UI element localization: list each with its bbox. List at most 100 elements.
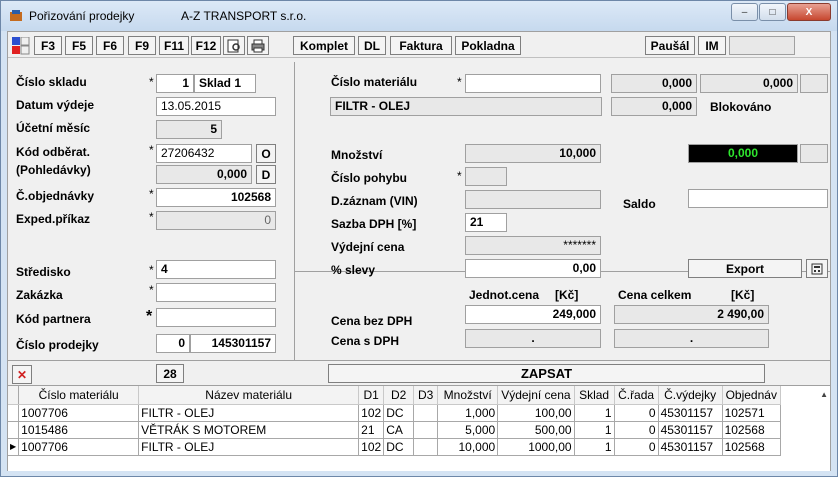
col-cislo-materialu[interactable]: Číslo materiálu	[18, 386, 140, 405]
col-nazev-materialu[interactable]: Název materiálu	[138, 386, 360, 405]
title-bar: Pořizování prodejky A-Z TRANSPORT s.r.o.…	[1, 1, 837, 31]
prodejka-label: Číslo prodejky	[16, 338, 99, 352]
partner-field[interactable]	[156, 308, 276, 327]
action-separator	[8, 360, 830, 361]
col-rada[interactable]: Č.řada	[614, 386, 659, 405]
im-button[interactable]: IM	[698, 36, 726, 55]
export-button[interactable]: Export	[688, 259, 802, 278]
col-sklad[interactable]: Sklad	[574, 386, 615, 405]
preview-icon[interactable]	[223, 36, 245, 55]
prodejka-num-field: 0	[156, 334, 190, 353]
current-row-pointer-icon[interactable]: ▶	[8, 438, 20, 456]
cell-cislo: 1007706	[18, 438, 140, 456]
app-icon	[10, 10, 22, 21]
col-vydejky[interactable]: Č.výdejky	[658, 386, 723, 405]
toolbar: F3 F5 F6 F9 F11 F12 Komplet DL Faktura P…	[8, 32, 830, 58]
zakazka-field[interactable]	[156, 283, 276, 302]
f11-button[interactable]: F11	[159, 36, 189, 55]
col-mnozstvi[interactable]: Množství	[437, 386, 499, 405]
vin-field[interactable]	[465, 190, 601, 209]
f6-button[interactable]: F6	[96, 36, 124, 55]
dph-field[interactable]: 21	[465, 213, 507, 232]
col-vydejni-cena[interactable]: Výdejní cena	[497, 386, 575, 405]
pohledavky-label: (Pohledávky)	[16, 163, 91, 177]
grid-color-icon[interactable]	[12, 37, 30, 55]
row-selector-header	[8, 386, 20, 405]
bez-dph-field[interactable]: 249,000	[465, 305, 601, 324]
balance-display: 0,000	[688, 144, 798, 163]
faktura-button[interactable]: Faktura	[390, 36, 452, 55]
required-marker: *	[149, 283, 154, 297]
pokladna-button[interactable]: Pokladna	[455, 36, 521, 55]
stock-value-2: 0,000	[700, 74, 798, 93]
f12-button[interactable]: F12	[191, 36, 221, 55]
cell-cislo: 1007706	[18, 404, 140, 422]
cell-rada: 0	[614, 404, 659, 422]
stock-value-1: 0,000	[611, 74, 697, 93]
kod-odberatele-field[interactable]: 27206432	[156, 144, 252, 163]
col-objednavka[interactable]: Objednáv	[722, 386, 781, 405]
komplet-button[interactable]: Komplet	[293, 36, 355, 55]
cislo-materialu-field[interactable]	[465, 74, 601, 93]
zapsat-button[interactable]: ZAPSAT	[328, 364, 765, 383]
nazev-materialu-field: FILTR - OLEJ	[330, 97, 602, 116]
pohledavky-detail-button[interactable]: D	[256, 165, 276, 184]
cislo-skladu-field[interactable]: 1	[156, 74, 194, 93]
col-d1[interactable]: D1	[358, 386, 385, 405]
prodejka-field: 145301157	[190, 334, 276, 353]
row-count-badge: 28	[156, 364, 184, 383]
row-selector[interactable]	[8, 404, 20, 422]
bez-dph-label: Cena bez DPH	[331, 314, 413, 328]
col-d3[interactable]: D3	[413, 386, 439, 405]
minimize-button[interactable]: –	[731, 3, 758, 21]
table-row[interactable]: 1015486 VĚTRÁK S MOTOREM 21 CA 5,000 500…	[8, 421, 781, 439]
maximize-button[interactable]: □	[759, 3, 786, 21]
cell-nazev: FILTR - OLEJ	[138, 438, 360, 456]
cell-sklad: 1	[574, 421, 615, 439]
mnozstvi-label: Množství	[331, 148, 383, 162]
objednavky-label: Č.objednávky	[16, 189, 95, 203]
blokovano-value: 0,000	[611, 97, 697, 116]
cell-mnozstvi: 1,000	[437, 404, 499, 422]
required-marker: *	[149, 75, 154, 89]
required-marker: *	[457, 169, 462, 183]
cell-d1: 102	[358, 438, 385, 456]
vin-label: D.záznam (VIN)	[331, 194, 418, 208]
dl-button[interactable]: DL	[358, 36, 386, 55]
pohyb-field[interactable]	[465, 167, 507, 186]
window-title: Pořizování prodejky	[29, 9, 135, 23]
f3-button[interactable]: F3	[34, 36, 62, 55]
cell-rada: 0	[614, 421, 659, 439]
balance-extra-field	[800, 144, 828, 163]
close-button[interactable]: X	[787, 3, 831, 21]
mnozstvi-field[interactable]: 10,000	[465, 144, 601, 163]
scroll-up-icon[interactable]: ▲	[820, 390, 828, 399]
required-marker: *	[457, 75, 462, 89]
datum-label: Datum výdeje	[16, 98, 95, 112]
odberatel-lookup-button[interactable]: O	[256, 144, 276, 163]
sleva-label: % slevy	[331, 263, 376, 277]
dph-label: Sazba DPH [%]	[331, 217, 417, 231]
pohyb-label: Číslo pohybu	[331, 171, 407, 185]
cell-nazev: VĚTRÁK S MOTOREM	[138, 421, 360, 439]
print-icon[interactable]	[247, 36, 269, 55]
col-d2[interactable]: D2	[383, 386, 415, 405]
stredisko-field[interactable]: 4	[156, 260, 276, 279]
f5-button[interactable]: F5	[65, 36, 93, 55]
sleva-field[interactable]: 0,00	[465, 259, 601, 278]
datum-field[interactable]: 13.05.2015	[156, 97, 276, 116]
delete-icon[interactable]: ✕	[12, 365, 32, 384]
objednavky-field[interactable]: 102568	[156, 188, 276, 207]
calculator-icon[interactable]	[806, 259, 828, 278]
pausal-button[interactable]: Paušál	[645, 36, 695, 55]
cell-d1: 21	[358, 421, 385, 439]
cell-sklad: 1	[574, 404, 615, 422]
f9-button[interactable]: F9	[128, 36, 156, 55]
table-row-current[interactable]: ▶ 1007706 FILTR - OLEJ 102 DC 10,000 100…	[8, 438, 781, 456]
row-selector[interactable]	[8, 421, 20, 439]
required-marker: *	[146, 308, 153, 325]
app-window: Pořizování prodejky A-Z TRANSPORT s.r.o.…	[0, 0, 838, 477]
stock-extra-field	[800, 74, 828, 93]
cell-sklad: 1	[574, 438, 615, 456]
table-row[interactable]: 1007706 FILTR - OLEJ 102 DC 1,000 100,00…	[8, 404, 781, 422]
